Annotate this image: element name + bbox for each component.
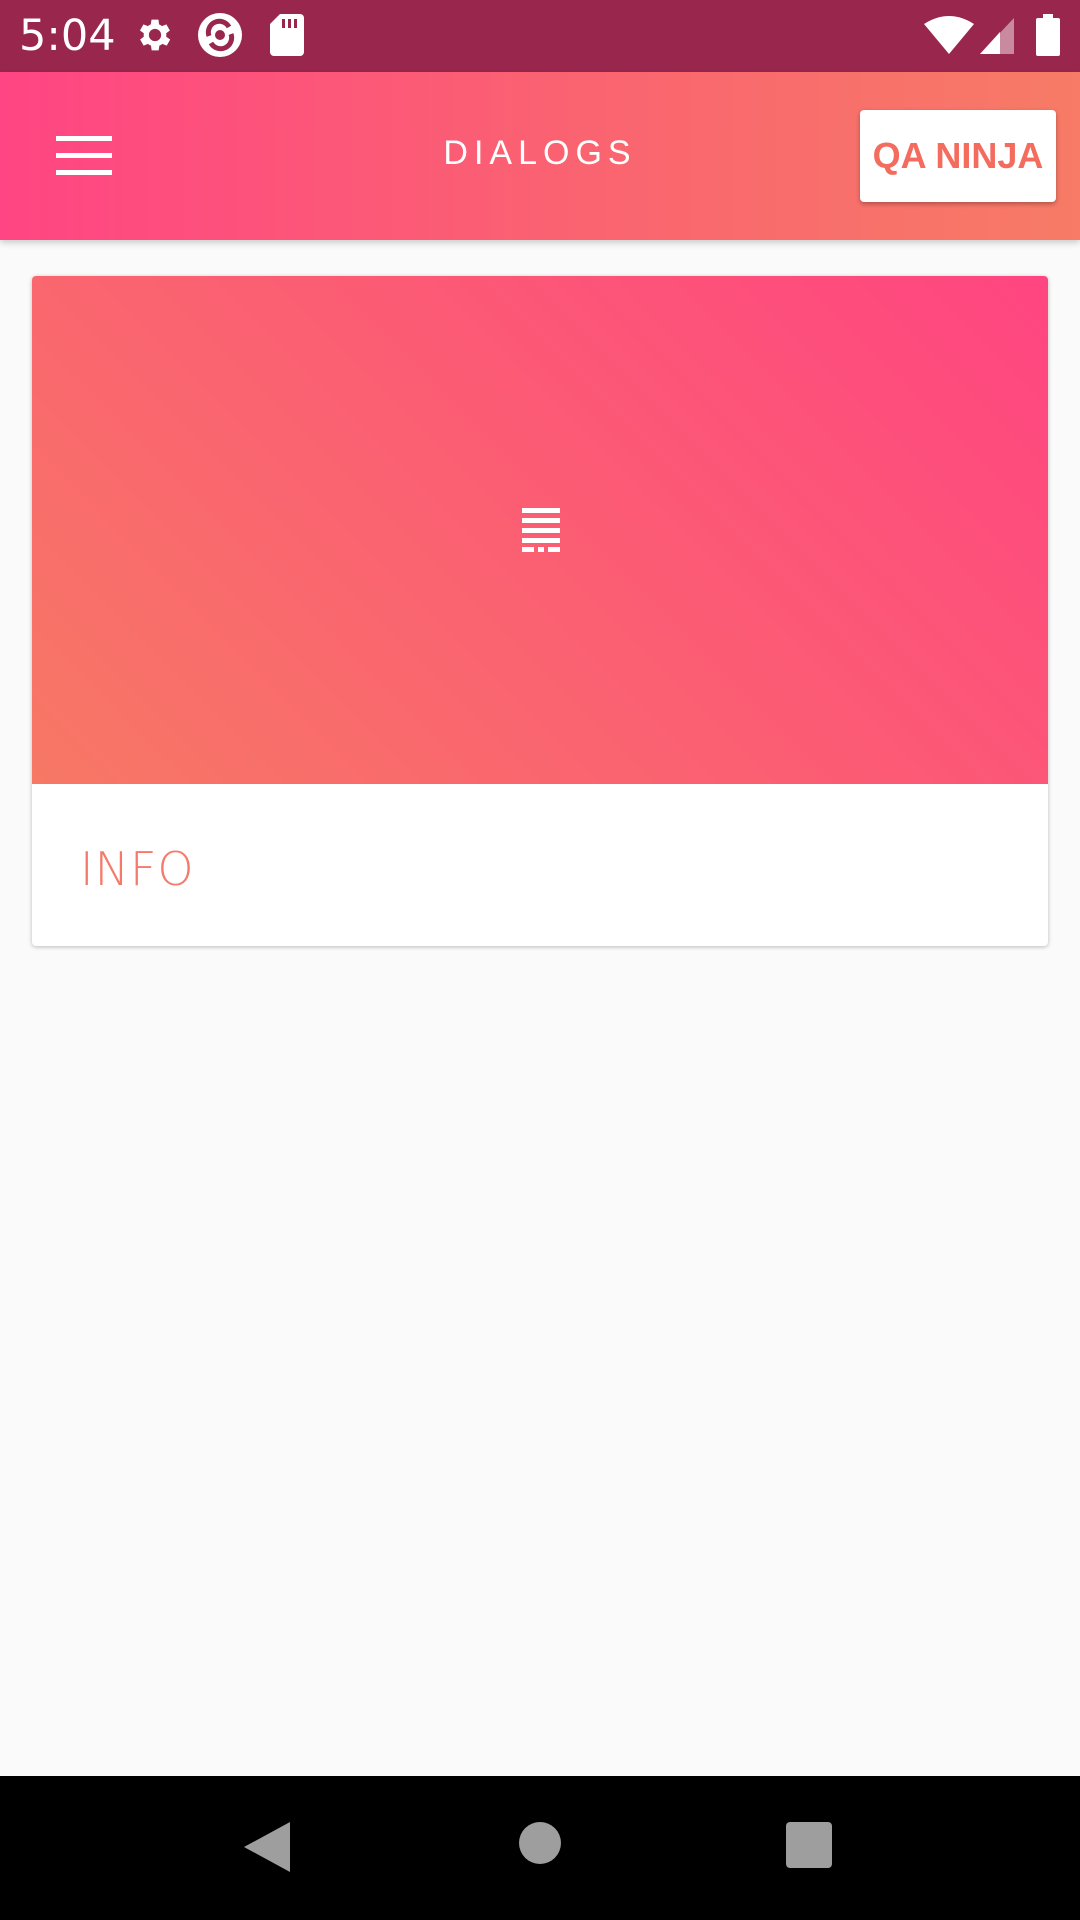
battery-icon (1036, 14, 1060, 61)
wifi-icon (924, 16, 974, 59)
sd-card-icon (270, 14, 304, 61)
home-icon[interactable] (518, 1821, 562, 1870)
sync-app-icon (197, 12, 243, 63)
dialog-card: INFO (32, 276, 1048, 946)
recents-icon[interactable] (786, 1822, 832, 1873)
qa-ninja-button[interactable]: QA NINJA (860, 110, 1056, 202)
info-button[interactable]: INFO (80, 842, 195, 896)
system-nav-bar (0, 1776, 1080, 1920)
back-icon[interactable] (244, 1822, 290, 1877)
hamburger-menu-icon[interactable] (56, 136, 112, 176)
card-media[interactable] (32, 276, 1048, 784)
status-bar: 5:04 (0, 0, 1080, 72)
list-lines-icon (522, 508, 560, 557)
status-time: 5:04 (19, 11, 116, 61)
cell-signal-icon (980, 18, 1014, 59)
gear-icon (134, 14, 176, 61)
